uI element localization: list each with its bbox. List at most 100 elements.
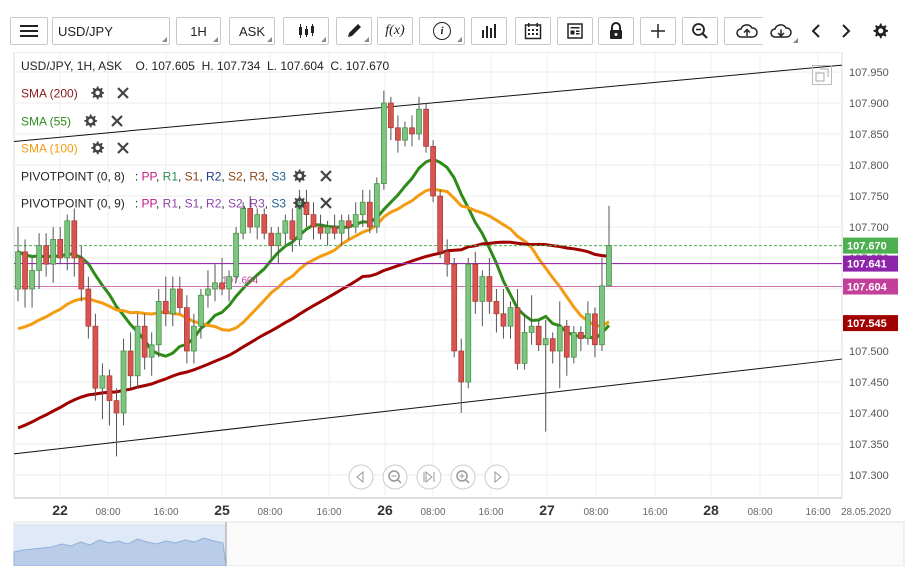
pivot-r1-label: R1 (162, 169, 178, 184)
low-label: L. (266, 59, 277, 73)
candle-body (22, 251, 28, 290)
candle-body (120, 350, 127, 414)
x-tick-label: 16:00 (805, 507, 830, 518)
candle-body (514, 307, 521, 364)
candle-body (599, 285, 605, 346)
close-icon[interactable] (319, 169, 333, 186)
download-button[interactable] (762, 17, 800, 45)
lock-button[interactable] (598, 17, 634, 45)
price-tag-label: 107.545 (847, 318, 887, 330)
draw-tool-button[interactable] (336, 17, 372, 45)
y-tick-label: 107.400 (849, 408, 889, 420)
hamburger-icon (19, 23, 39, 39)
volume-button[interactable] (471, 17, 507, 45)
news-button[interactable] (557, 17, 593, 45)
function-icon: f(x) (385, 23, 405, 38)
candle-body (430, 146, 436, 197)
candle-body (423, 108, 429, 147)
candle-body (99, 375, 106, 389)
expand-icon (813, 68, 831, 88)
gear-icon[interactable] (291, 195, 307, 214)
pivot-r3-label: R3 (249, 196, 265, 211)
bar-chart-icon (480, 23, 498, 39)
chart-nav-controls (348, 464, 510, 495)
close-value: 107.670 (345, 59, 390, 73)
candle-body (556, 325, 563, 352)
info-button[interactable]: i (419, 17, 465, 45)
crosshair-button[interactable] (640, 17, 676, 45)
close-icon[interactable] (116, 86, 130, 103)
candle-body (219, 282, 225, 290)
candle-body (275, 232, 282, 246)
indicators-button[interactable]: f(x) (377, 17, 413, 45)
scroll-back-button[interactable] (348, 464, 374, 495)
scroll-left-button[interactable] (802, 17, 830, 45)
scroll-right-button[interactable] (832, 17, 860, 45)
gear-icon[interactable] (82, 113, 98, 132)
indicator-sma100: SMA (100) (21, 140, 130, 159)
candle-body (402, 127, 408, 141)
menu-button[interactable] (10, 17, 48, 45)
symbol-select[interactable]: USD/JPY (52, 17, 170, 45)
y-tick-label: 107.350 (849, 439, 889, 451)
candle-body (155, 301, 162, 346)
x-tick-label: 16:00 (478, 507, 503, 518)
zoom-out-button[interactable] (382, 464, 408, 495)
candle-body (493, 301, 500, 315)
pivot-r1-label: R1 (162, 196, 178, 211)
timeframe-label: 1H (190, 23, 207, 39)
reset-view-button[interactable] (416, 464, 442, 495)
price-tag: 107.604 (843, 278, 898, 295)
candle-body (458, 350, 465, 383)
cloud-upload-icon (736, 22, 758, 40)
calendar-button[interactable] (515, 17, 551, 45)
candle-body (528, 325, 535, 333)
y-tick-label: 107.750 (849, 191, 889, 203)
candle-body (606, 245, 612, 287)
indicator-name: SMA (55) (21, 114, 72, 129)
y-tick-label: 107.850 (849, 129, 889, 141)
expand-chart-button[interactable] (812, 65, 832, 85)
info-icon: i (433, 22, 451, 40)
candle-body (113, 400, 120, 414)
gear-icon[interactable] (89, 85, 105, 104)
price-tag-label: 107.641 (847, 259, 887, 271)
y-tick-label: 107.450 (849, 377, 889, 389)
x-tick-label: 16:00 (642, 507, 667, 518)
indicator-pivot-9: PIVOTPOINT (0, 9) : PP, R1, S1, R2, S2, … (21, 195, 333, 214)
candle-body (134, 325, 141, 377)
candle-body (282, 220, 289, 234)
symbol-label: USD/JPY (58, 23, 113, 39)
close-icon[interactable] (319, 196, 333, 213)
y-tick-label: 107.800 (849, 160, 889, 172)
y-tick-label: 107.900 (849, 98, 889, 110)
candle-body (205, 288, 211, 296)
calendar-icon (524, 22, 542, 40)
timeframe-select[interactable]: 1H (176, 17, 221, 45)
high-label: H. (201, 59, 214, 73)
gear-icon[interactable] (89, 140, 105, 159)
candle-body (261, 214, 268, 234)
gear-icon[interactable] (291, 168, 307, 187)
chart-type-button[interactable] (283, 17, 329, 45)
close-icon[interactable] (110, 114, 124, 131)
candle-body (212, 282, 218, 290)
close-icon[interactable] (116, 141, 130, 158)
indicator-pivot-8: PIVOTPOINT (0, 8) : PP, R1, S1, R2, S2, … (21, 168, 333, 187)
candle-body (359, 201, 366, 215)
dropdown-corner-icon (793, 38, 798, 43)
settings-button[interactable] (866, 17, 894, 45)
y-tick-label: 107.700 (849, 222, 889, 234)
candle (465, 258, 472, 389)
chart-area[interactable]: 107.604 107.950 107.900 107.850 107.800 107.… (0, 51, 905, 567)
scroll-forward-button[interactable] (484, 464, 510, 495)
price-tag: 107.670 (843, 237, 898, 254)
pivot-s2-label: S2 (228, 169, 243, 184)
zoom-button[interactable] (682, 17, 718, 45)
candle-body (395, 127, 401, 141)
zoom-in-button[interactable] (450, 464, 476, 495)
price-type-select[interactable]: ASK (229, 17, 275, 45)
ohlc-symbol-label: USD/JPY, 1H, ASK (21, 59, 123, 73)
x-tick-label: 08:00 (583, 507, 608, 518)
candle-body (549, 338, 556, 352)
